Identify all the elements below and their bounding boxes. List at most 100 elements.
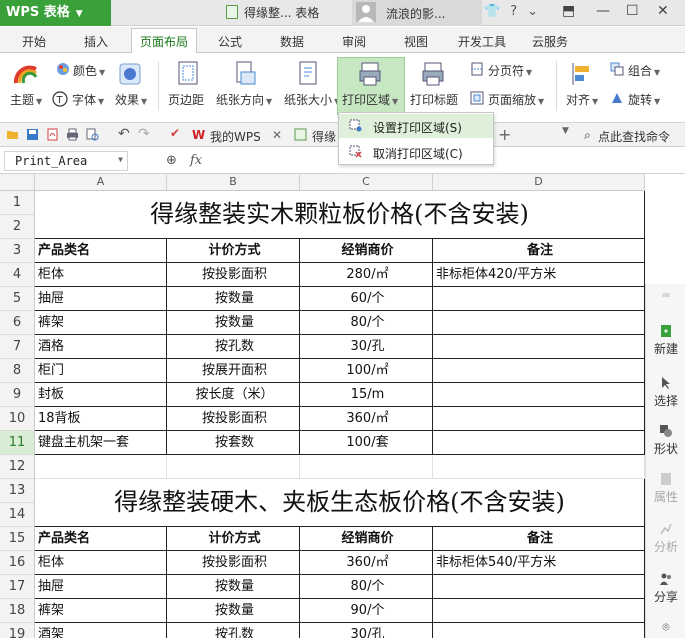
table-cell[interactable]: 按展开面积 [167, 359, 300, 383]
table-cell[interactable] [433, 599, 645, 623]
search-icon[interactable]: ⌕ [584, 128, 591, 143]
print-titles-button[interactable]: 打印标题 [410, 91, 458, 108]
table-cell[interactable]: 抽屉 [35, 287, 167, 311]
table-cell[interactable]: 键盘主机架一套 [35, 431, 167, 455]
panel-select[interactable]: 选择 [646, 376, 685, 409]
redo-icon[interactable]: ↷ [138, 126, 150, 142]
table-cell[interactable] [433, 287, 645, 311]
page-break-icon[interactable] [470, 62, 484, 76]
align-button[interactable]: 对齐 ▼ [566, 91, 598, 108]
table-cell[interactable]: 按孔数 [167, 623, 300, 638]
panel-share[interactable]: 分享 [646, 572, 685, 605]
table-cell[interactable]: 按投影面积 [167, 551, 300, 575]
sheet-title[interactable]: 得缘整装硬木、夹板生态板价格(不含安装) [35, 479, 645, 527]
font-button[interactable]: 字体 ▼ [72, 91, 104, 108]
margins-button[interactable]: 页边距 [168, 91, 204, 108]
table-cell[interactable] [433, 335, 645, 359]
print-icon[interactable] [66, 128, 79, 141]
effects-icon[interactable] [118, 61, 142, 87]
table-cell[interactable]: 360/㎡ [300, 407, 433, 431]
table-cell[interactable]: 280/㎡ [300, 263, 433, 287]
column-title-cell[interactable]: 经销商价 [300, 239, 433, 263]
command-search[interactable]: 点此查找命令 [598, 128, 670, 145]
set-print-area-item[interactable]: 设置打印区域(S) [339, 114, 493, 138]
page-break-button[interactable]: 分页符 ▼ [488, 62, 532, 79]
table-cell[interactable] [433, 575, 645, 599]
empty-cell[interactable] [167, 455, 300, 479]
table-cell[interactable]: 封板 [35, 383, 167, 407]
new-tab-icon[interactable]: + [498, 125, 511, 144]
minimize-button[interactable]: — [596, 3, 610, 19]
table-cell[interactable]: 按数量 [167, 575, 300, 599]
print-titles-icon[interactable] [421, 61, 445, 87]
tab-data[interactable]: 数据 [280, 33, 304, 50]
column-title-cell[interactable]: 计价方式 [167, 527, 300, 551]
tab-insert[interactable]: 插入 [84, 33, 108, 50]
row-header[interactable]: 4 [0, 263, 35, 287]
table-cell[interactable] [433, 623, 645, 638]
panel-new[interactable]: 新建 [646, 324, 685, 357]
row-header[interactable]: 11 [0, 431, 35, 455]
group-icon[interactable] [610, 62, 624, 76]
export-pdf-icon[interactable] [46, 128, 59, 141]
location-pin-icon[interactable]: ⌾ [646, 620, 685, 635]
column-header-d[interactable]: D [433, 174, 645, 191]
tab-cloud-service[interactable]: 云服务 [532, 33, 568, 50]
wps-app-menu-button[interactable]: WPS 表格 ▼ [0, 0, 111, 26]
table-cell[interactable]: 按套数 [167, 431, 300, 455]
more-icon[interactable]: ⌄ [527, 4, 538, 19]
table-cell[interactable]: 90/个 [300, 599, 433, 623]
restore-button[interactable]: ☐ [626, 3, 639, 19]
column-title-cell[interactable]: 计价方式 [167, 239, 300, 263]
table-cell[interactable]: 100/套 [300, 431, 433, 455]
tab-page-layout[interactable]: 页面布局 [131, 28, 198, 54]
group-button[interactable]: 组合 ▼ [628, 62, 660, 79]
upload-icon[interactable]: ⬒ [562, 3, 575, 19]
row-header[interactable]: 14 [0, 503, 35, 527]
table-cell[interactable]: 60/个 [300, 287, 433, 311]
column-title-cell[interactable]: 产品类名 [35, 527, 167, 551]
row-header[interactable]: 8 [0, 359, 35, 383]
page-scale-icon[interactable] [470, 91, 484, 105]
tab-developer[interactable]: 开发工具 [458, 33, 506, 50]
table-cell[interactable]: 30/孔 [300, 623, 433, 638]
row-header[interactable]: 6 [0, 311, 35, 335]
table-cell[interactable]: 80/个 [300, 575, 433, 599]
table-cell[interactable]: 30/孔 [300, 335, 433, 359]
page-scale-button[interactable]: 页面缩放 ▼ [488, 91, 544, 108]
align-icon[interactable] [570, 61, 594, 87]
table-cell[interactable]: 80/个 [300, 311, 433, 335]
table-cell[interactable]: 酒架 [35, 623, 167, 638]
rotate-icon[interactable] [610, 91, 624, 105]
table-cell[interactable] [433, 407, 645, 431]
paper-size-button[interactable]: 纸张大小▼ [284, 91, 340, 108]
zoom-icon[interactable]: ⊕ [166, 153, 177, 168]
row-header[interactable]: 17 [0, 575, 35, 599]
row-header[interactable]: 16 [0, 551, 35, 575]
save-icon[interactable] [26, 128, 39, 141]
table-cell[interactable]: 按数量 [167, 311, 300, 335]
table-cell[interactable]: 酒格 [35, 335, 167, 359]
table-cell[interactable] [433, 311, 645, 335]
row-header[interactable]: 13 [0, 479, 35, 503]
table-cell[interactable]: 360/㎡ [300, 551, 433, 575]
table-cell[interactable] [433, 359, 645, 383]
table-cell[interactable]: 非标柜体540/平方米 [433, 551, 645, 575]
close-tab-icon[interactable]: ✕ [272, 128, 282, 142]
pin-icon[interactable]: ✔ [170, 126, 180, 140]
table-cell[interactable]: 柜体 [35, 263, 167, 287]
effects-button[interactable]: 效果 ▼ [115, 91, 147, 108]
page-orientation-icon[interactable] [232, 60, 256, 86]
select-all-corner[interactable] [0, 174, 35, 191]
orientation-button[interactable]: 纸张方向 ▼ [216, 91, 272, 108]
row-header[interactable]: 2 [0, 215, 35, 239]
column-title-cell[interactable]: 备注 [433, 239, 645, 263]
worksheet-grid[interactable]: A B C D 1 2 3 4 5 6 7 8 9 10 11 12 13 14 15 16 17 18 19 得缘整… [0, 174, 645, 638]
row-header[interactable]: 19 [0, 623, 35, 638]
sheet-title[interactable]: 得缘整装实木颗粒板价格(不含安装) [35, 191, 645, 239]
table-cell[interactable]: 抽屉 [35, 575, 167, 599]
table-cell[interactable] [433, 431, 645, 455]
empty-cell[interactable] [433, 455, 645, 479]
tab-document[interactable]: 得缘 [312, 128, 336, 145]
column-header-c[interactable]: C [300, 174, 433, 191]
